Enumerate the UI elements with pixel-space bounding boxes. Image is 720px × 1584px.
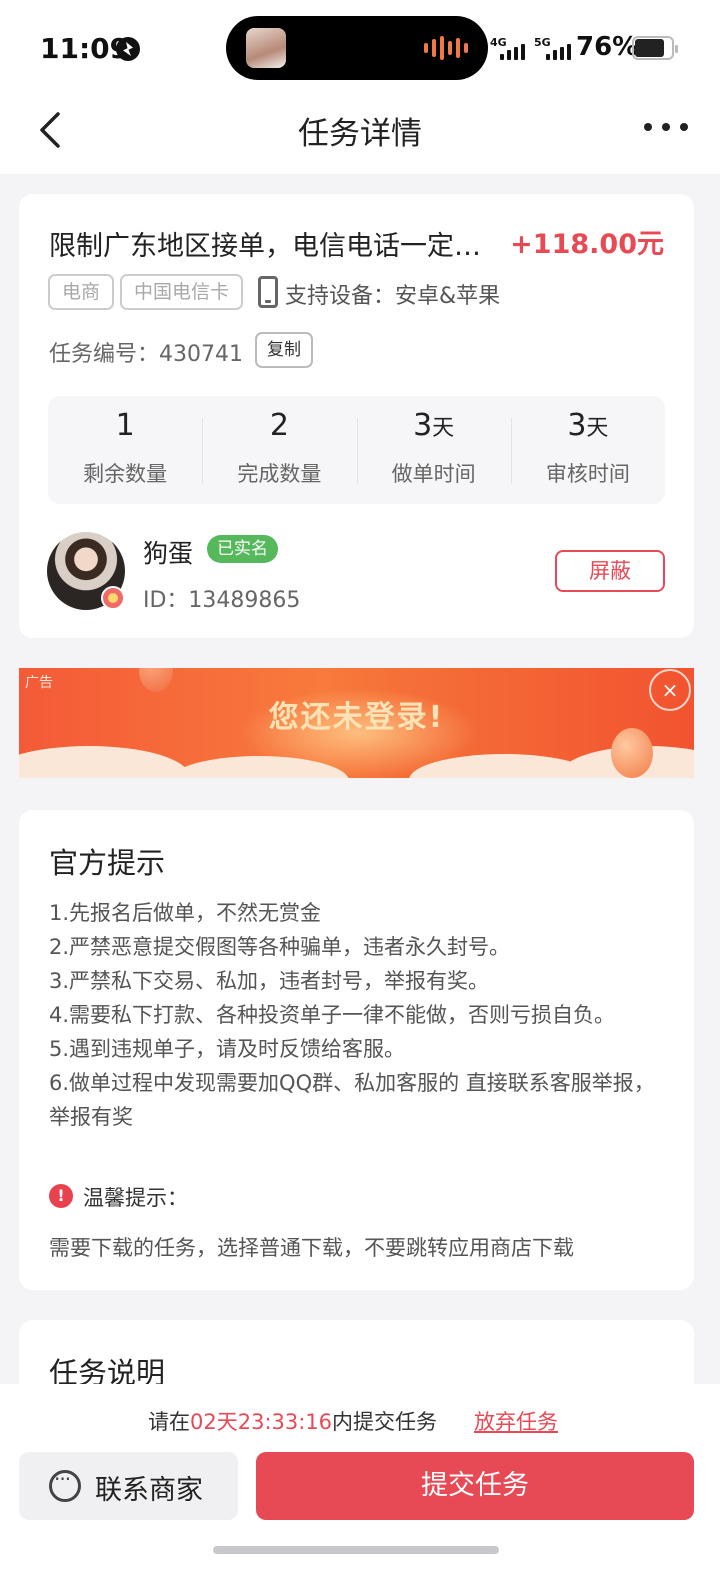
deadline-suffix: 内提交任务 (332, 1410, 438, 1434)
tip-item: 2.严禁恶意提交假图等各种骗单，违者永久封号。 (49, 935, 511, 959)
ad-label: 广告 (25, 675, 53, 691)
stat-review-time-label: 审核时间 (545, 462, 630, 486)
balloon-decoration-icon (139, 668, 173, 692)
stat-remaining-value: 1 (115, 408, 135, 443)
phone-icon (258, 276, 278, 308)
stat-remaining: 1 剩余数量 (48, 396, 202, 504)
warm-tip-text: 需要下载的任务，选择普通下载，不要跳转应用商店下载 (49, 1236, 574, 1260)
publisher-id: ID：13489865 (143, 588, 301, 613)
battery-percent: 76% (576, 32, 639, 62)
ad-close-icon[interactable]: × (649, 669, 691, 711)
bottom-action-bar: 请在02天23:33:16内提交任务 放弃任务 联系商家 提交任务 (0, 1384, 720, 1584)
task-reward: +118.00元 (510, 229, 664, 260)
stat-work-time-value: 3 (413, 408, 433, 443)
verified-badge: 已实名 (207, 535, 278, 563)
tag-carrier: 中国电信卡 (120, 274, 244, 310)
contact-merchant-button[interactable]: 联系商家 (19, 1452, 238, 1520)
nav-header: 任务详情 (0, 96, 720, 174)
task-number: 任务编号：430741 (49, 342, 243, 367)
stat-review-time-unit: 天 (586, 416, 609, 441)
tips-heading: 官方提示 (49, 846, 166, 880)
cloud-decoration (19, 746, 189, 778)
chat-bubble-icon (49, 1467, 81, 1502)
tip-item: 1.先报名后做单，不然无赏金 (49, 901, 322, 925)
stat-review-time-value: 3 (567, 408, 587, 443)
vip-badge-icon (101, 586, 125, 610)
submit-deadline: 请在02天23:33:16内提交任务 (148, 1406, 437, 1436)
island-avatar-thumbnail (246, 28, 286, 68)
tips-list: 1.先报名后做单，不然无赏金 2.严禁恶意提交假图等各种骗单，违者永久封号。 3… (49, 896, 669, 1134)
supported-devices: 支持设备：安卓&苹果 (285, 284, 501, 309)
signal-bars-1-icon (500, 44, 525, 60)
publisher-name: 狗蛋 (143, 539, 194, 568)
contact-merchant-label: 联系商家 (95, 1475, 203, 1506)
stat-remaining-label: 剩余数量 (83, 462, 168, 486)
deadline-prefix: 请在 (148, 1410, 190, 1434)
stat-completed-label: 完成数量 (237, 462, 322, 486)
copy-task-number-button[interactable]: 复制 (255, 332, 313, 368)
warning-icon: ! (49, 1184, 73, 1208)
tip-item: 4.需要私下打款、各种投资单子一律不能做，否则亏损自负。 (49, 1003, 616, 1027)
signal-bars-2-icon (546, 44, 571, 60)
tip-item: 5.遇到违规单子，请及时反馈给客服。 (49, 1037, 406, 1061)
deadline-countdown: 02天23:33:16 (190, 1410, 333, 1434)
stat-work-time-label: 做单时间 (391, 462, 476, 486)
task-stats: 1 剩余数量 2 完成数量 3天 做单时间 3天 审核时间 (48, 396, 665, 504)
task-title: 限制广东地区接单，电信电话一定… (49, 231, 481, 262)
stat-work-time-unit: 天 (432, 416, 455, 441)
battery-icon (632, 36, 678, 60)
tip-item: 3.严禁私下交易、私加，违者封号，举报有奖。 (49, 969, 490, 993)
location-icon (116, 37, 140, 61)
status-bar: 11:09 4G 5G 76% (0, 0, 720, 96)
home-indicator[interactable] (213, 1546, 499, 1554)
ad-banner[interactable]: 广告 您还未登录! × (19, 668, 694, 778)
official-tips-card: 官方提示 1.先报名后做单，不然无赏金 2.严禁恶意提交假图等各种骗单，违者永久… (19, 810, 694, 1290)
tag-category: 电商 (48, 274, 115, 310)
task-summary-card: 限制广东地区接单，电信电话一定… +118.00元 电商 中国电信卡 支持设备：… (19, 194, 694, 638)
ad-title: 您还未登录! (268, 700, 445, 735)
abandon-task-link[interactable]: 放弃任务 (474, 1406, 558, 1436)
dynamic-island[interactable] (226, 16, 488, 80)
block-button[interactable]: 屏蔽 (555, 550, 665, 592)
warm-tip-title: 温馨提示： (83, 1186, 188, 1210)
page-title: 任务详情 (298, 116, 422, 152)
stat-review-time: 3天 审核时间 (510, 396, 665, 504)
submit-task-button[interactable]: 提交任务 (256, 1452, 694, 1520)
more-options-icon[interactable] (644, 120, 688, 134)
audio-wave-icon (424, 36, 468, 60)
tip-item: 6.做单过程中发现需要加QQ群、私加客服的 直接联系客服举报，举报有奖 (49, 1071, 655, 1129)
stat-completed-value: 2 (269, 408, 289, 443)
stat-work-time: 3天 做单时间 (356, 396, 511, 504)
stat-completed: 2 完成数量 (202, 396, 356, 504)
